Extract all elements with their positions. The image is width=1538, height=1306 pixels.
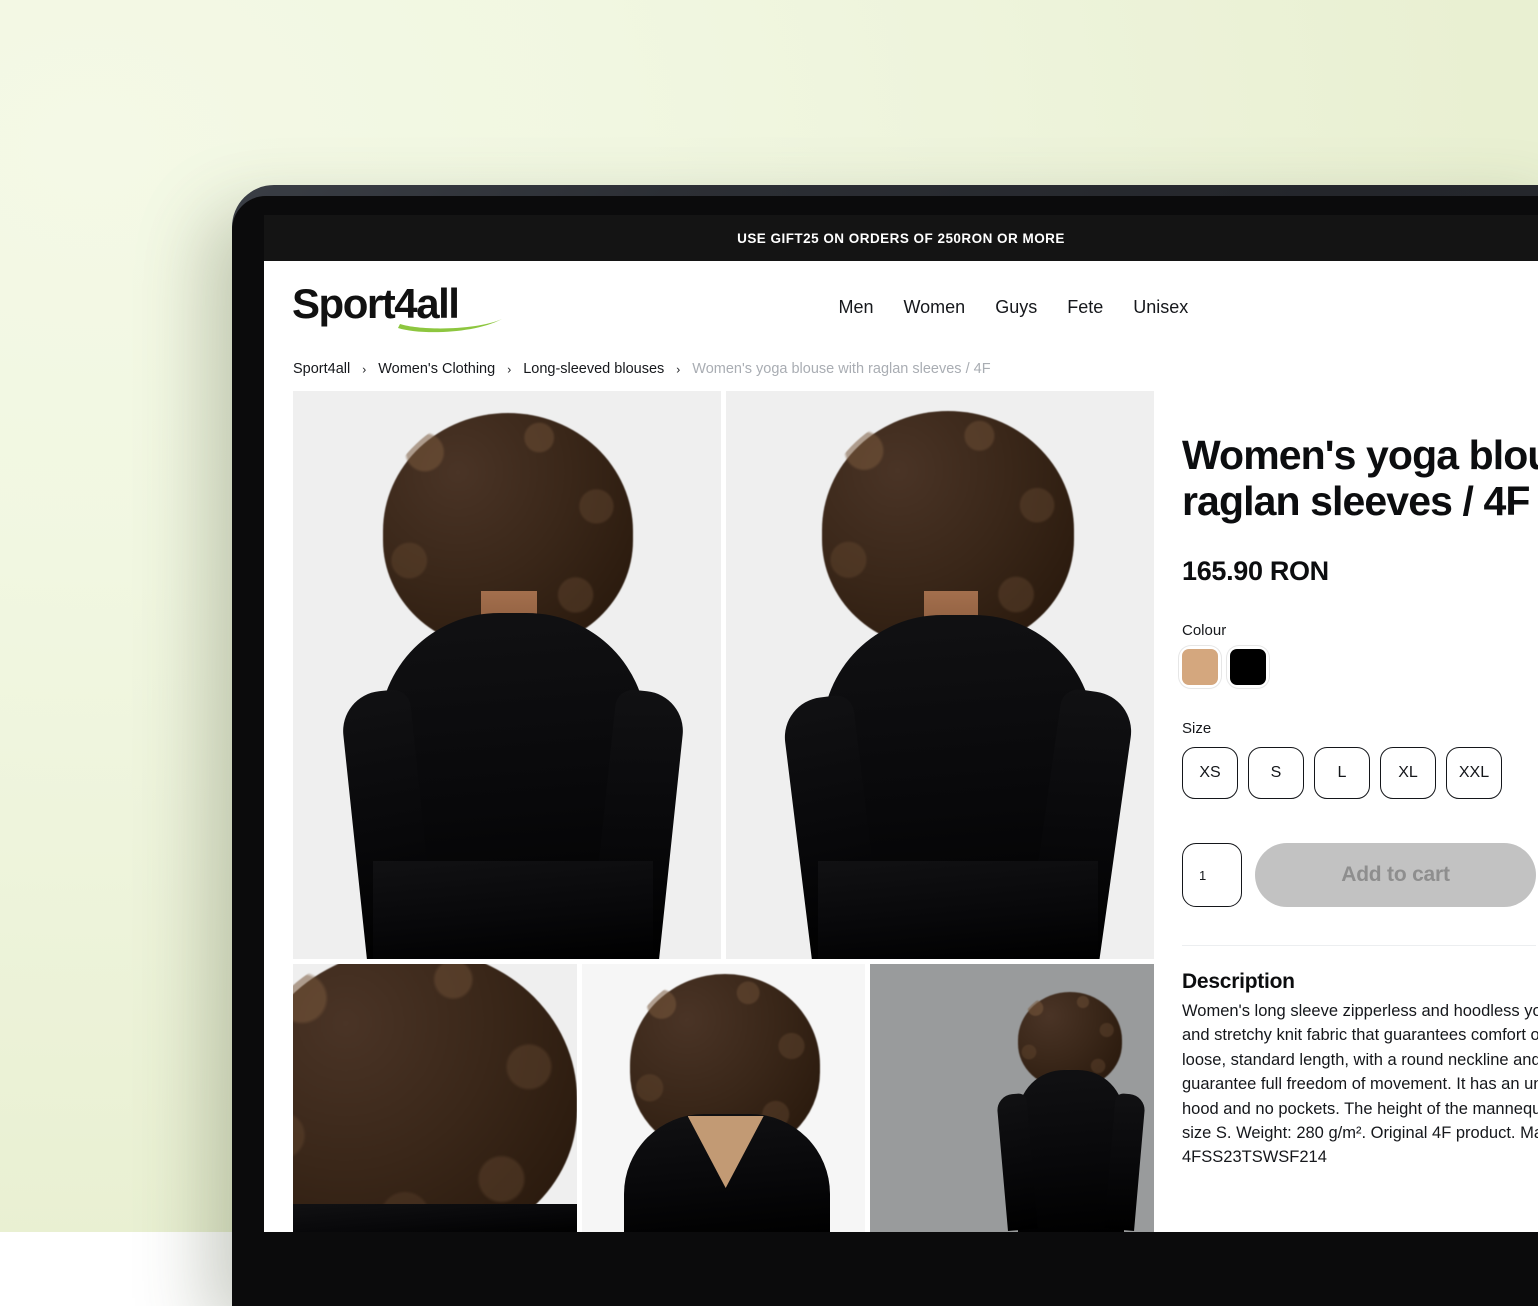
site-logo[interactable]: Sport4all [292, 283, 458, 331]
size-option-xl[interactable]: XL [1380, 747, 1436, 799]
nav-item-women[interactable]: Women [904, 297, 966, 318]
product-content: Women's yoga blou raglan sleeves / 4F 16… [264, 391, 1538, 1232]
chevron-right-icon: › [507, 363, 511, 377]
product-info-panel: Women's yoga blou raglan sleeves / 4F 16… [1182, 391, 1536, 1232]
product-price: 165.90 RON [1182, 556, 1536, 587]
green-swoosh-icon [396, 317, 504, 333]
size-option-xxl[interactable]: XXL [1446, 747, 1502, 799]
size-option-group: XS S L XL XXL [1182, 747, 1536, 799]
announcement-text: USE GIFT25 ON ORDERS OF 250RON OR MORE [737, 231, 1065, 246]
chevron-right-icon: › [362, 363, 366, 377]
colour-label: Colour [1182, 622, 1536, 639]
gallery-row-primary [293, 391, 1154, 959]
description-line-5: hood and no pockets. The height of the m… [1182, 1097, 1536, 1121]
breadcrumb-item-long-sleeved-blouses[interactable]: Long-sleeved blouses [523, 361, 664, 377]
breadcrumb: Sport4all › Women's Clothing › Long-slee… [264, 353, 1538, 391]
size-option-xs[interactable]: XS [1182, 747, 1238, 799]
chevron-right-icon: › [676, 363, 680, 377]
nav-item-guys[interactable]: Guys [995, 297, 1037, 318]
product-title-line-1: Women's yoga blou [1182, 433, 1536, 479]
size-option-l[interactable]: L [1314, 747, 1370, 799]
description-heading: Description [1182, 970, 1536, 994]
section-divider [1182, 945, 1536, 946]
nav-item-men[interactable]: Men [838, 297, 873, 318]
site-header: Sport4all Men Women Guys Fete Unisex [264, 261, 1538, 353]
main-navigation: Men Women Guys Fete Unisex [838, 297, 1188, 318]
quantity-input[interactable] [1182, 843, 1242, 907]
gallery-image-full-length[interactable] [870, 964, 1154, 1232]
description-line-4: guarantee full freedom of movement. It h… [1182, 1072, 1536, 1096]
nav-item-fete[interactable]: Fete [1067, 297, 1103, 318]
gallery-image-back-view[interactable] [582, 964, 866, 1232]
browser-viewport: USE GIFT25 ON ORDERS OF 250RON OR MORE S… [264, 215, 1538, 1232]
colour-swatch-beige[interactable] [1182, 649, 1218, 685]
gallery-image-portrait-closeup[interactable] [293, 964, 577, 1232]
breadcrumb-item-womens-clothing[interactable]: Women's Clothing [378, 361, 495, 377]
size-option-s[interactable]: S [1248, 747, 1304, 799]
add-to-cart-button[interactable]: Add to cart [1255, 843, 1536, 907]
description-line-3: loose, standard length, with a round nec… [1182, 1048, 1536, 1072]
product-title-line-2: raglan sleeves / 4F [1182, 479, 1536, 525]
nav-item-unisex[interactable]: Unisex [1133, 297, 1188, 318]
description-line-2: and stretchy knit fabric that guarantees… [1182, 1023, 1536, 1047]
product-title: Women's yoga blou raglan sleeves / 4F [1182, 433, 1536, 524]
breadcrumb-item-current: Women's yoga blouse with raglan sleeves … [692, 361, 990, 377]
description-line-1: Women's long sleeve zipperless and hoodl… [1182, 999, 1536, 1023]
purchase-row: Add to cart [1182, 843, 1536, 907]
gallery-image-three-quarter[interactable] [726, 391, 1154, 959]
announcement-bar: USE GIFT25 ON ORDERS OF 250RON OR MORE [264, 215, 1538, 261]
gallery-row-secondary [293, 964, 1154, 1232]
description-line-6: size S. Weight: 280 g/m². Original 4F pr… [1182, 1121, 1536, 1145]
breadcrumb-item-home[interactable]: Sport4all [293, 361, 350, 377]
gallery-image-front[interactable] [293, 391, 721, 959]
product-gallery [293, 391, 1154, 1232]
size-label: Size [1182, 720, 1536, 737]
description-text: Women's long sleeve zipperless and hoodl… [1182, 999, 1536, 1170]
colour-swatch-group [1182, 649, 1536, 685]
description-line-7: 4FSS23TSWSF214 [1182, 1145, 1536, 1169]
colour-swatch-black[interactable] [1230, 649, 1266, 685]
